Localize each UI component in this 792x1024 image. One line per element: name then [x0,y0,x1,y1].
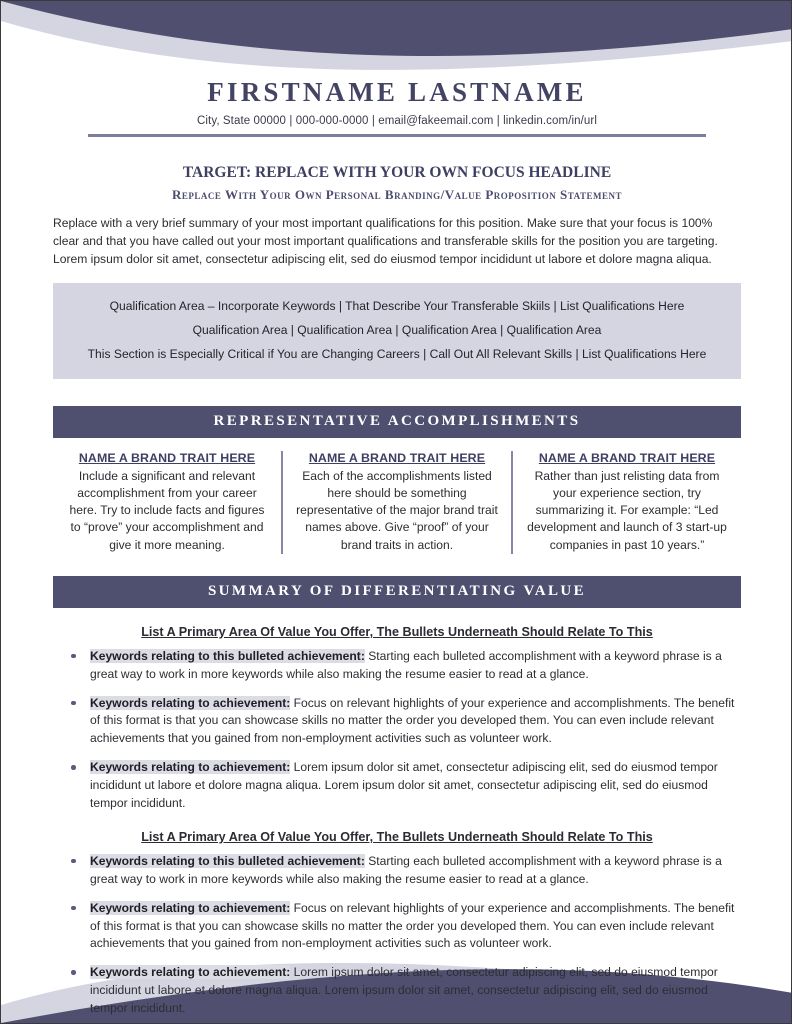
brand-trait-column: NAME A BRAND TRAIT HERE Each of the acco… [281,450,511,554]
contact-line: City, State 00000 | 000-000-0000 | email… [196,115,598,127]
list-item: Keywords relating to achievement: Focus … [53,900,741,954]
list-item: Keywords relating to this bulleted achie… [53,853,741,889]
resume-page: FIRSTNAME LASTNAME City, State 00000 | 0… [0,0,792,1024]
list-item: Keywords relating to achievement: Lorem … [53,964,741,1018]
bullet-keyword-lead: Keywords relating to achievement: [90,695,291,710]
value-bullet-list: Keywords relating to this bulleted achie… [53,853,741,1018]
bullet-keyword-lead: Keywords relating to this bulleted achie… [90,853,365,868]
qualification-line: Qualification Area | Qualification Area … [192,323,602,338]
brand-trait-title: NAME A BRAND TRAIT HERE [308,450,486,465]
value-bullet-list: Keywords relating to this bulleted achie… [53,648,741,813]
list-item: Keywords relating to achievement: Focus … [53,695,741,749]
brand-trait-title: NAME A BRAND TRAIT HERE [538,450,716,465]
branding-statement: Replace With Your Own Personal Branding/… [172,187,622,202]
professional-summary: Replace with a very brief summary of you… [53,216,718,267]
qualification-line: This Section is Especially Critical if Y… [87,347,707,362]
value-area-heading: List A Primary Area Of Value You Offer, … [141,829,653,844]
section-header-accomplishments: REPRESENTATIVE ACCOMPLISHMENTS [53,405,741,438]
page-title: FIRSTNAME LASTNAME [207,77,587,107]
bullet-keyword-lead: Keywords relating to achievement: [90,965,291,980]
value-area-heading: List A Primary Area Of Value You Offer, … [141,624,653,639]
list-item: Keywords relating to this bulleted achie… [53,648,741,684]
brand-trait-column: NAME A BRAND TRAIT HERE Rather than just… [511,450,741,554]
bullet-keyword-lead: Keywords relating to achievement: [90,900,291,915]
bullet-keyword-lead: Keywords relating to achievement: [90,760,291,775]
brand-traits-row: NAME A BRAND TRAIT HERE Include a signif… [53,450,741,554]
bullet-keyword-lead: Keywords relating to this bulleted achie… [90,648,365,663]
brand-trait-body: Include a significant and relevant accom… [69,468,265,552]
list-item: Keywords relating to achievement: Lorem … [53,759,741,813]
brand-trait-column: NAME A BRAND TRAIT HERE Include a signif… [53,451,281,554]
brand-trait-title: NAME A BRAND TRAIT HERE [78,450,256,465]
header-divider [88,134,706,137]
brand-trait-body: Rather than just relisting data from you… [527,468,727,552]
brand-trait-body: Each of the accomplishments listed here … [296,468,498,552]
section-header-value: SUMMARY OF DIFFERENTIATING VALUE [53,575,741,608]
resume-content: FIRSTNAME LASTNAME City, State 00000 | 0… [1,1,791,1023]
target-headline: TARGET: REPLACE WITH YOUR OWN FOCUS HEAD… [182,164,612,181]
qualifications-band: Qualification Area – Incorporate Keyword… [53,283,741,379]
qualification-line: Qualification Area – Incorporate Keyword… [109,298,685,313]
